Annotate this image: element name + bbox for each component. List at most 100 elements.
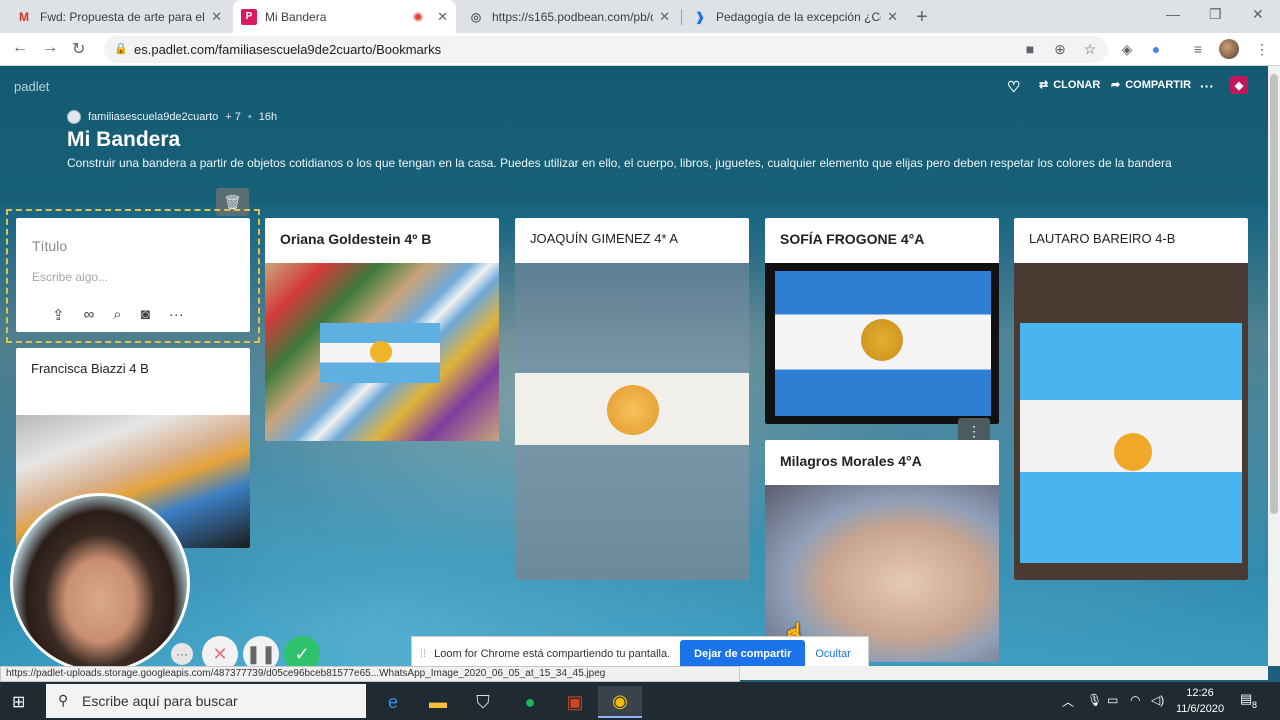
likes-count: + 7 <box>225 111 241 123</box>
loom-message: Loom for Chrome está compartiendo tu pan… <box>434 648 671 660</box>
tab-mi-bandera[interactable]: P Mi Bandera ✕ <box>233 0 456 33</box>
taskbar-clock[interactable]: 12:26 11/6/2020 <box>1168 685 1232 717</box>
store-icon[interactable]: ⛉ <box>461 686 505 718</box>
link-icon[interactable]: ∞ <box>84 306 95 324</box>
stop-sharing-button[interactable]: Dejar de compartir <box>680 640 806 668</box>
post-image[interactable] <box>515 263 749 580</box>
spotify-icon[interactable]: ● <box>508 686 552 718</box>
post-card-lautaro[interactable]: LAUTARO BAREIRO 4-B <box>1014 218 1248 580</box>
scrollbar-thumb[interactable] <box>1270 74 1278 514</box>
share-label: COMPARTIR <box>1125 78 1192 91</box>
clock-time: 12:26 <box>1186 687 1214 699</box>
page-title: Mi Bandera <box>67 128 181 151</box>
webcam-bubble[interactable] <box>10 493 190 673</box>
close-icon[interactable]: ✕ <box>659 9 670 25</box>
taskbar-search[interactable]: ⚲ Escribe aquí para buscar <box>46 684 366 718</box>
file-explorer-icon[interactable]: ▬ <box>416 686 460 718</box>
post-title: Oriana Goldestein 4º B <box>280 231 432 247</box>
notification-count: 8 <box>1252 700 1258 710</box>
windows-start-icon[interactable]: ⊞ <box>12 692 25 712</box>
post-image[interactable] <box>765 263 999 424</box>
add-icon[interactable]: ⊕ <box>1052 41 1068 57</box>
search-icon: ⚲ <box>58 692 69 708</box>
battery-icon[interactable]: ▭ <box>1107 693 1118 707</box>
close-icon[interactable]: ✕ <box>887 9 898 25</box>
clone-icon: ⇄ <box>1039 79 1049 91</box>
tray-chevron-icon[interactable]: ︿ <box>1062 693 1074 710</box>
padlet-meta: familiasescuela9de2cuarto + 7 • 16h <box>67 110 277 124</box>
clock-date: 11/6/2020 <box>1175 703 1225 715</box>
more-icon[interactable]: ··· <box>169 306 184 324</box>
heart-icon[interactable]: ♡ <box>1007 78 1020 96</box>
more-icon[interactable]: ··· <box>171 643 193 665</box>
profile-avatar[interactable] <box>1219 39 1239 59</box>
author-name[interactable]: familiasescuela9de2cuarto <box>88 111 218 123</box>
playlist-icon[interactable]: ≡ <box>1190 41 1206 57</box>
upload-icon[interactable]: ⇪ <box>52 306 65 324</box>
extension-blue-icon[interactable]: ● <box>1148 41 1164 57</box>
post-age: 16h <box>258 111 278 123</box>
chrome-icon[interactable]: ◉ <box>598 686 642 718</box>
camera-icon[interactable]: ◙ <box>141 306 150 324</box>
tab-pedagogia[interactable]: ❱ Pedagogía de la excepción ¿Cóm ✕ <box>684 0 906 33</box>
star-icon[interactable]: ☆ <box>1082 41 1098 57</box>
post-card-joaquin[interactable]: JOAQUÍN GIMENEZ 4* A <box>515 218 749 580</box>
url-text: es.padlet.com/familiasescuela9de2cuarto/… <box>134 42 442 57</box>
sun-shape <box>861 319 903 361</box>
powerpoint-icon[interactable]: ▣ <box>553 686 597 718</box>
share-icon: ➦ <box>1111 79 1121 91</box>
user-avatar[interactable]: ◆ <box>1230 76 1248 94</box>
tab-label: Mi Bandera <box>265 9 327 24</box>
padlet-board: padlet ♡ ⇄ CLONAR ➦ COMPARTIR ··· ◆ fami… <box>0 66 1268 666</box>
tab-podbean[interactable]: ◎ https://s165.podbean.com/pb/d ✕ <box>460 0 678 33</box>
more-icon[interactable]: ··· <box>1200 78 1214 94</box>
edge-icon[interactable]: e <box>371 686 415 718</box>
clone-button[interactable]: ⇄ CLONAR <box>1039 78 1100 92</box>
sun-shape <box>1114 433 1152 471</box>
browser-tab-strip: M Fwd: Propuesta de arte para el d ✕ P M… <box>0 0 1280 33</box>
vertical-scrollbar[interactable] <box>1268 66 1280 666</box>
window-close-icon[interactable]: ✕ <box>1252 6 1264 23</box>
sun-shape <box>607 385 659 435</box>
post-image[interactable] <box>1014 263 1248 580</box>
menu-icon[interactable]: ⋮ <box>1254 41 1270 57</box>
maximize-icon[interactable]: ❐ <box>1209 6 1222 23</box>
status-url: https://padlet-uploads.storage.googleapi… <box>0 666 740 682</box>
post-title: LAUTARO BAREIRO 4-B <box>1029 231 1176 246</box>
microphone-icon[interactable]: 🎙 <box>1087 693 1102 707</box>
new-tab-button[interactable]: + <box>916 6 928 29</box>
search-image-icon[interactable]: ⌕ <box>113 306 121 324</box>
tab-separator <box>681 9 682 25</box>
post-title-input[interactable]: Título <box>32 238 67 254</box>
post-title: SOFÍA FROGONE 4°A <box>780 231 925 247</box>
wifi-icon[interactable]: ◠ <box>1130 693 1140 707</box>
post-image[interactable] <box>265 263 499 441</box>
post-card-sofia[interactable]: SOFÍA FROGONE 4°A <box>765 218 999 424</box>
extension-icon[interactable]: ◈ <box>1119 41 1135 57</box>
padlet-logo[interactable]: padlet <box>14 79 49 94</box>
close-icon[interactable]: ✕ <box>437 9 448 25</box>
drag-handle-icon[interactable]: ⁞⁞ <box>420 648 426 660</box>
address-bar[interactable]: 🔒 es.padlet.com/familiasescuela9de2cuart… <box>104 36 1108 63</box>
lock-icon: 🔒 <box>114 43 128 55</box>
post-body-input[interactable]: Escribe algo... <box>32 270 108 284</box>
padlet-icon: P <box>241 8 257 25</box>
post-title: JOAQUÍN GIMENEZ 4* A <box>530 231 679 246</box>
camera-icon[interactable]: ■ <box>1022 41 1038 57</box>
close-icon[interactable]: ✕ <box>211 9 222 25</box>
post-card-oriana[interactable]: Oriana Goldestein 4º B <box>265 218 499 441</box>
post-title: Milagros Morales 4°A <box>780 453 922 469</box>
forward-icon[interactable]: → <box>42 39 58 57</box>
chevron-icon: ❱ <box>694 9 706 24</box>
notifications-icon[interactable]: ▤ <box>1240 691 1252 707</box>
new-post-card[interactable]: Título Escribe algo... ⇪ ∞ ⌕ ◙ ··· <box>16 218 250 332</box>
share-button[interactable]: ➦ COMPARTIR <box>1111 78 1192 92</box>
windows-taskbar: ⊞ ⚲ Escribe aquí para buscar e ▬ ⛉ ● ▣ ◉… <box>0 682 1280 720</box>
back-icon[interactable]: ← <box>12 39 28 57</box>
minimize-icon[interactable]: — <box>1166 6 1180 22</box>
hide-button[interactable]: Ocultar <box>815 648 850 660</box>
volume-icon[interactable]: ◁) <box>1151 693 1164 707</box>
search-placeholder: Escribe aquí para buscar <box>82 693 238 709</box>
tab-gmail[interactable]: M Fwd: Propuesta de arte para el d ✕ <box>8 0 230 33</box>
reload-icon[interactable]: ↻ <box>72 39 85 59</box>
